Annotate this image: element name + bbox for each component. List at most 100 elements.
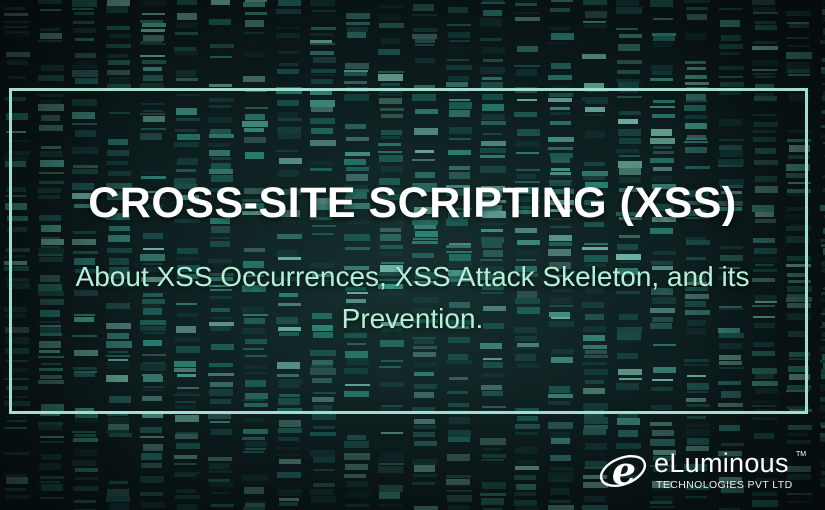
sequence-band: [346, 491, 370, 498]
sequence-band: [548, 422, 573, 429]
sequence-band: [108, 417, 129, 424]
sequence-band: [821, 67, 825, 70]
sequence-band: [820, 437, 825, 442]
sequence-band: [412, 14, 437, 16]
sequence-band: [278, 489, 302, 496]
sequence-band: [378, 466, 403, 473]
sequence-band: [414, 425, 436, 429]
sequence-band: [787, 440, 811, 444]
sequence-band: [140, 55, 165, 57]
sequence-band: [650, 78, 673, 81]
sequence-band: [482, 454, 506, 458]
sequence-band: [551, 0, 573, 2]
sequence-band: [480, 38, 502, 41]
sequence-band: [72, 70, 98, 77]
sequence-band: [109, 34, 131, 38]
sequence-band: [446, 475, 471, 478]
sequence-band: [448, 437, 470, 442]
sequence-band: [448, 7, 468, 13]
sequence-band: [278, 428, 302, 433]
sequence-band: [412, 482, 435, 485]
sequence-band: [40, 436, 64, 438]
sequence-band: [108, 60, 130, 65]
sequence-band: [344, 81, 367, 84]
sequence-band: [618, 430, 638, 437]
sequence-band: [481, 2, 505, 4]
sequence-band: [551, 63, 571, 69]
sequence-band: [106, 496, 130, 502]
sequence-band: [415, 58, 435, 63]
sequence-band: [378, 49, 400, 55]
sequence-band: [788, 74, 810, 76]
sequence-band: [415, 44, 434, 46]
sequence-band: [310, 489, 334, 495]
sequence-band: [276, 33, 300, 38]
sequence-band: [40, 497, 64, 499]
sequence-band: [4, 21, 30, 23]
sequence-band: [686, 33, 707, 40]
sequence-band: [821, 313, 825, 315]
sequence-band: [72, 431, 96, 433]
sequence-band: [174, 474, 196, 477]
sequence-band: [550, 455, 571, 461]
sequence-band: [73, 438, 98, 442]
sequence-band: [652, 33, 676, 36]
sequence-band: [786, 11, 811, 16]
sequence-band: [140, 20, 163, 23]
sequence-band: [143, 35, 164, 41]
sequence-band: [311, 74, 334, 76]
sequence-band: [378, 74, 403, 81]
sequence-band: [820, 299, 825, 302]
sequence-band: [516, 0, 537, 3]
sequence-band: [687, 14, 707, 20]
sequence-band: [39, 481, 60, 483]
sequence-band: [75, 61, 94, 65]
sequence-band: [820, 384, 825, 391]
sequence-band: [378, 71, 404, 73]
sequence-band: [245, 441, 267, 447]
sequence-band: [38, 422, 63, 425]
sequence-band: [482, 482, 506, 489]
sequence-band: [209, 19, 231, 25]
sequence-band: [379, 23, 404, 28]
sequence-band: [7, 61, 28, 65]
sequence-band: [514, 500, 537, 506]
sequence-band: [312, 10, 336, 12]
sequence-band: [107, 0, 130, 6]
sequence-band: [753, 60, 778, 66]
sequence-band: [686, 423, 710, 427]
sequence-band: [446, 82, 468, 87]
sequence-band: [821, 70, 825, 74]
sequence-band: [5, 35, 30, 37]
sequence-band: [109, 503, 129, 510]
sequence-band: [483, 448, 502, 450]
sequence-band: [277, 447, 298, 449]
sequence-band: [617, 70, 640, 74]
sequence-band: [821, 134, 825, 139]
sequence-band: [650, 501, 672, 504]
logo-trademark: TM: [796, 451, 807, 458]
sequence-band: [651, 65, 673, 71]
sequence-band: [617, 418, 640, 425]
sequence-band: [142, 414, 163, 418]
sequence-band: [448, 505, 469, 510]
sequence-band: [550, 8, 570, 12]
sequence-band: [378, 457, 404, 462]
sequence-band: [209, 84, 232, 87]
sequence-band: [514, 12, 539, 14]
sequence-band: [720, 52, 740, 55]
sequence-band: [243, 451, 264, 453]
sequence-band: [786, 52, 812, 59]
sequence-band: [210, 44, 234, 48]
sequence-band: [414, 465, 435, 472]
sequence-band: [109, 433, 132, 437]
sequence-band: [753, 73, 775, 75]
sequence-band: [40, 414, 60, 416]
sequence-band: [752, 0, 775, 5]
sequence-band: [517, 416, 538, 421]
sequence-band: [347, 435, 366, 440]
sequence-band: [313, 426, 335, 429]
sequence-band: [208, 470, 233, 473]
sequence-band: [310, 432, 336, 436]
sequence-band: [344, 70, 368, 72]
